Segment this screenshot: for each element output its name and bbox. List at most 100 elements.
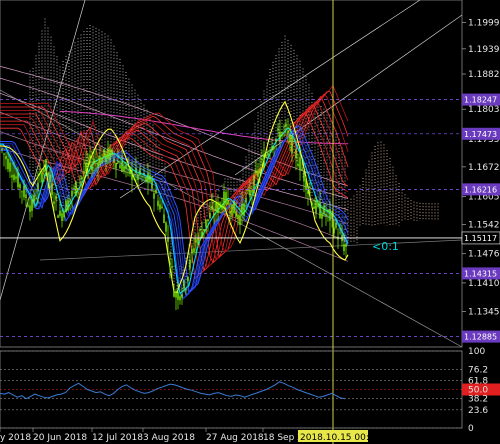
candle-body (21, 191, 23, 193)
candle-body (195, 239, 197, 243)
candle-body (289, 133, 291, 142)
candle-body (157, 200, 159, 207)
candle-body (125, 164, 127, 169)
candle-body (11, 175, 13, 178)
candle-body (109, 148, 111, 161)
candle-body (93, 159, 95, 164)
candle-body (5, 156, 7, 160)
candle-body (45, 159, 47, 172)
candle-body (57, 215, 59, 218)
trading-chart[interactable]: <0:1 1.199901.193951.188251.180301.17355… (0, 0, 500, 444)
candle-body (253, 175, 255, 193)
candle-body (103, 149, 105, 158)
candle-body (31, 199, 33, 211)
candle-body (339, 232, 341, 234)
candle-body (265, 155, 267, 157)
candle-body (3, 153, 5, 155)
candle-body (147, 172, 149, 183)
candle-body (39, 173, 41, 175)
date-tick-label: 27 Aug 2018 (206, 433, 264, 443)
candle-body (115, 163, 117, 169)
candle-body (33, 194, 35, 203)
candle-body (71, 191, 73, 197)
candle-body (127, 162, 129, 164)
candle-body (59, 210, 61, 216)
candle-body (179, 296, 181, 301)
candle-body (315, 200, 317, 214)
candle-body (323, 205, 325, 215)
candle-body (9, 162, 11, 172)
candle-body (203, 229, 205, 232)
candle-body (27, 205, 29, 207)
osc-tick-label: 38.2 (468, 395, 488, 405)
candle-body (229, 211, 231, 214)
candle-body (295, 149, 297, 159)
candle-body (225, 192, 227, 205)
candle-body (255, 170, 257, 174)
candle-body (199, 229, 201, 231)
candle-body (279, 131, 281, 141)
candle-body (13, 174, 15, 181)
date-tick-label: y 2018 (0, 433, 31, 443)
candle-body (231, 204, 233, 216)
candle-body (117, 160, 119, 163)
candle-body (83, 171, 85, 175)
candle-body (7, 158, 9, 170)
candle-body (237, 214, 239, 219)
candle-body (129, 167, 131, 174)
candle-body (23, 185, 25, 198)
candle-body (37, 182, 39, 192)
candle-body (149, 174, 151, 183)
candle-body (219, 202, 221, 208)
period-annotation: <0:1 (372, 240, 399, 253)
candle-body (201, 231, 203, 238)
date-tick-label: 3 Aug 2018 (143, 433, 195, 443)
candle-body (239, 215, 241, 225)
price-tick-label: 1.15420 (468, 221, 500, 231)
candle-body (329, 208, 331, 221)
candle-body (53, 201, 55, 204)
candle-body (151, 179, 153, 189)
candle-body (217, 201, 219, 214)
candle-body (257, 170, 259, 177)
candle-body (297, 163, 299, 166)
candle-body (87, 163, 89, 168)
candle-body (135, 167, 137, 173)
candle-body (213, 213, 215, 216)
candle-body (273, 147, 275, 149)
candle-body (193, 248, 195, 252)
candle-body (173, 291, 175, 297)
candle-body (175, 292, 177, 298)
candle-body (131, 169, 133, 180)
candle-body (51, 183, 53, 195)
candle-body (181, 294, 183, 298)
candle-body (317, 202, 319, 207)
candle-body (235, 210, 237, 217)
candle-body (123, 166, 125, 171)
candle-body (79, 182, 81, 184)
candle-body (207, 219, 209, 222)
candle-body (271, 146, 273, 151)
candle-body (101, 157, 103, 164)
candle-body (285, 123, 287, 127)
candle-body (119, 165, 121, 169)
candle-body (15, 176, 17, 179)
candle-body (145, 177, 147, 182)
candle-body (137, 174, 139, 180)
candle-body (333, 227, 335, 234)
candle-body (163, 214, 165, 224)
price-level-label: 1.12885 (464, 333, 497, 342)
candle-body (139, 168, 141, 175)
candle-body (61, 213, 63, 221)
candle-body (307, 190, 309, 194)
candle-body (263, 154, 265, 169)
candle-body (171, 266, 173, 268)
candle-body (197, 237, 199, 245)
candle-body (43, 168, 45, 172)
candle-body (343, 244, 345, 252)
candle-body (141, 176, 143, 178)
candle-body (113, 158, 115, 163)
price-level-label: 1.14315 (464, 269, 497, 278)
candle-body (91, 163, 93, 171)
candle-body (81, 177, 83, 180)
